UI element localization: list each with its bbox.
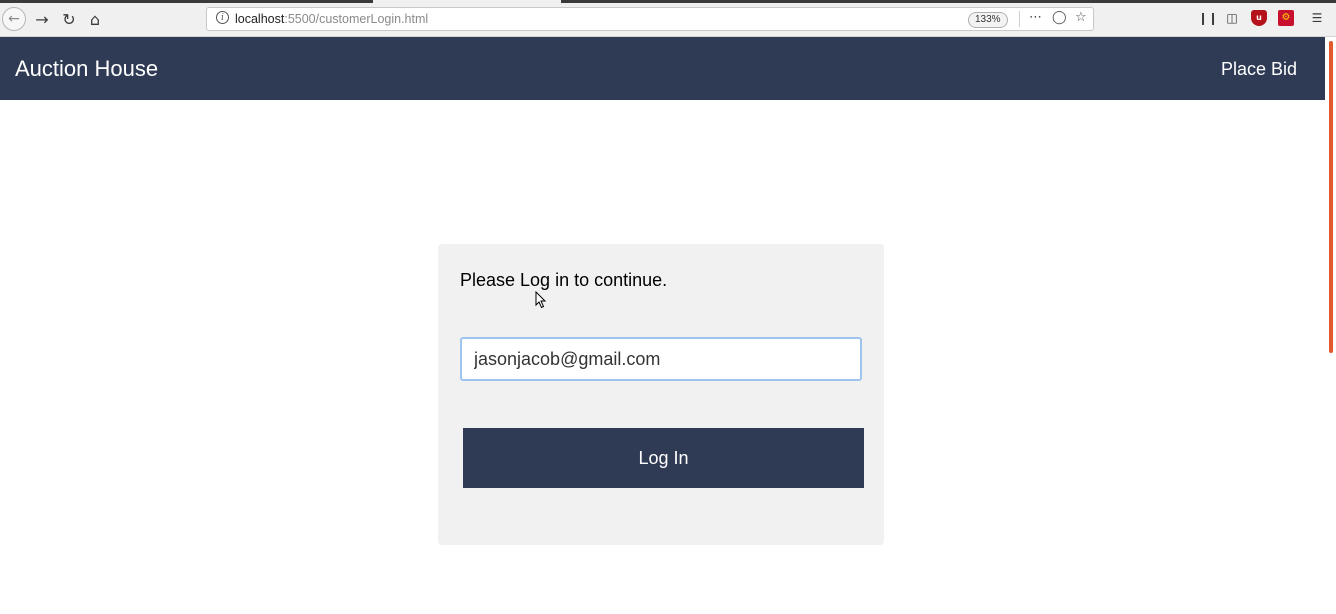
url-text[interactable]: localhost:5500/customerLogin.html [235,12,428,26]
browser-toolbar: ← → ↻ ⌂ i localhost:5500/customerLogin.h… [0,0,1336,37]
more-icon[interactable]: ⋯ [1029,10,1042,25]
reload-icon[interactable]: ↻ [59,9,79,29]
mouse-cursor-icon [535,291,547,309]
addon-icon[interactable]: ⚙ [1278,10,1294,26]
pocket-icon[interactable]: ◯ [1052,10,1067,25]
url-bar[interactable]: i localhost:5500/customerLogin.html 133%… [206,7,1094,31]
zoom-badge[interactable]: 133% [968,12,1008,28]
menu-icon[interactable]: ☰ [1309,10,1325,26]
home-icon[interactable]: ⌂ [85,9,105,29]
active-tab[interactable] [373,0,561,3]
email-field[interactable] [460,337,862,381]
scrollbar-thumb[interactable] [1329,41,1333,353]
url-divider [1019,11,1020,27]
forward-icon[interactable]: → [32,9,52,29]
library-icon[interactable]: ❙❙ [1198,10,1218,26]
url-host: localhost [235,12,285,26]
place-bid-link[interactable]: Place Bid [1221,59,1297,80]
bookmark-star-icon[interactable]: ☆ [1075,10,1087,25]
ublock-icon[interactable]: u [1251,10,1267,26]
back-icon[interactable]: ← [2,7,26,31]
tab-strip [0,0,1336,3]
login-card: Please Log in to continue. Log In [438,244,884,545]
app-header: Auction House Place Bid [0,37,1325,100]
url-path: :5500/customerLogin.html [284,12,429,26]
brand-title[interactable]: Auction House [15,56,158,82]
login-button[interactable]: Log In [463,428,864,488]
info-icon[interactable]: i [216,11,229,24]
sidebar-icon[interactable]: ◫ [1224,10,1240,26]
login-prompt: Please Log in to continue. [460,270,668,290]
